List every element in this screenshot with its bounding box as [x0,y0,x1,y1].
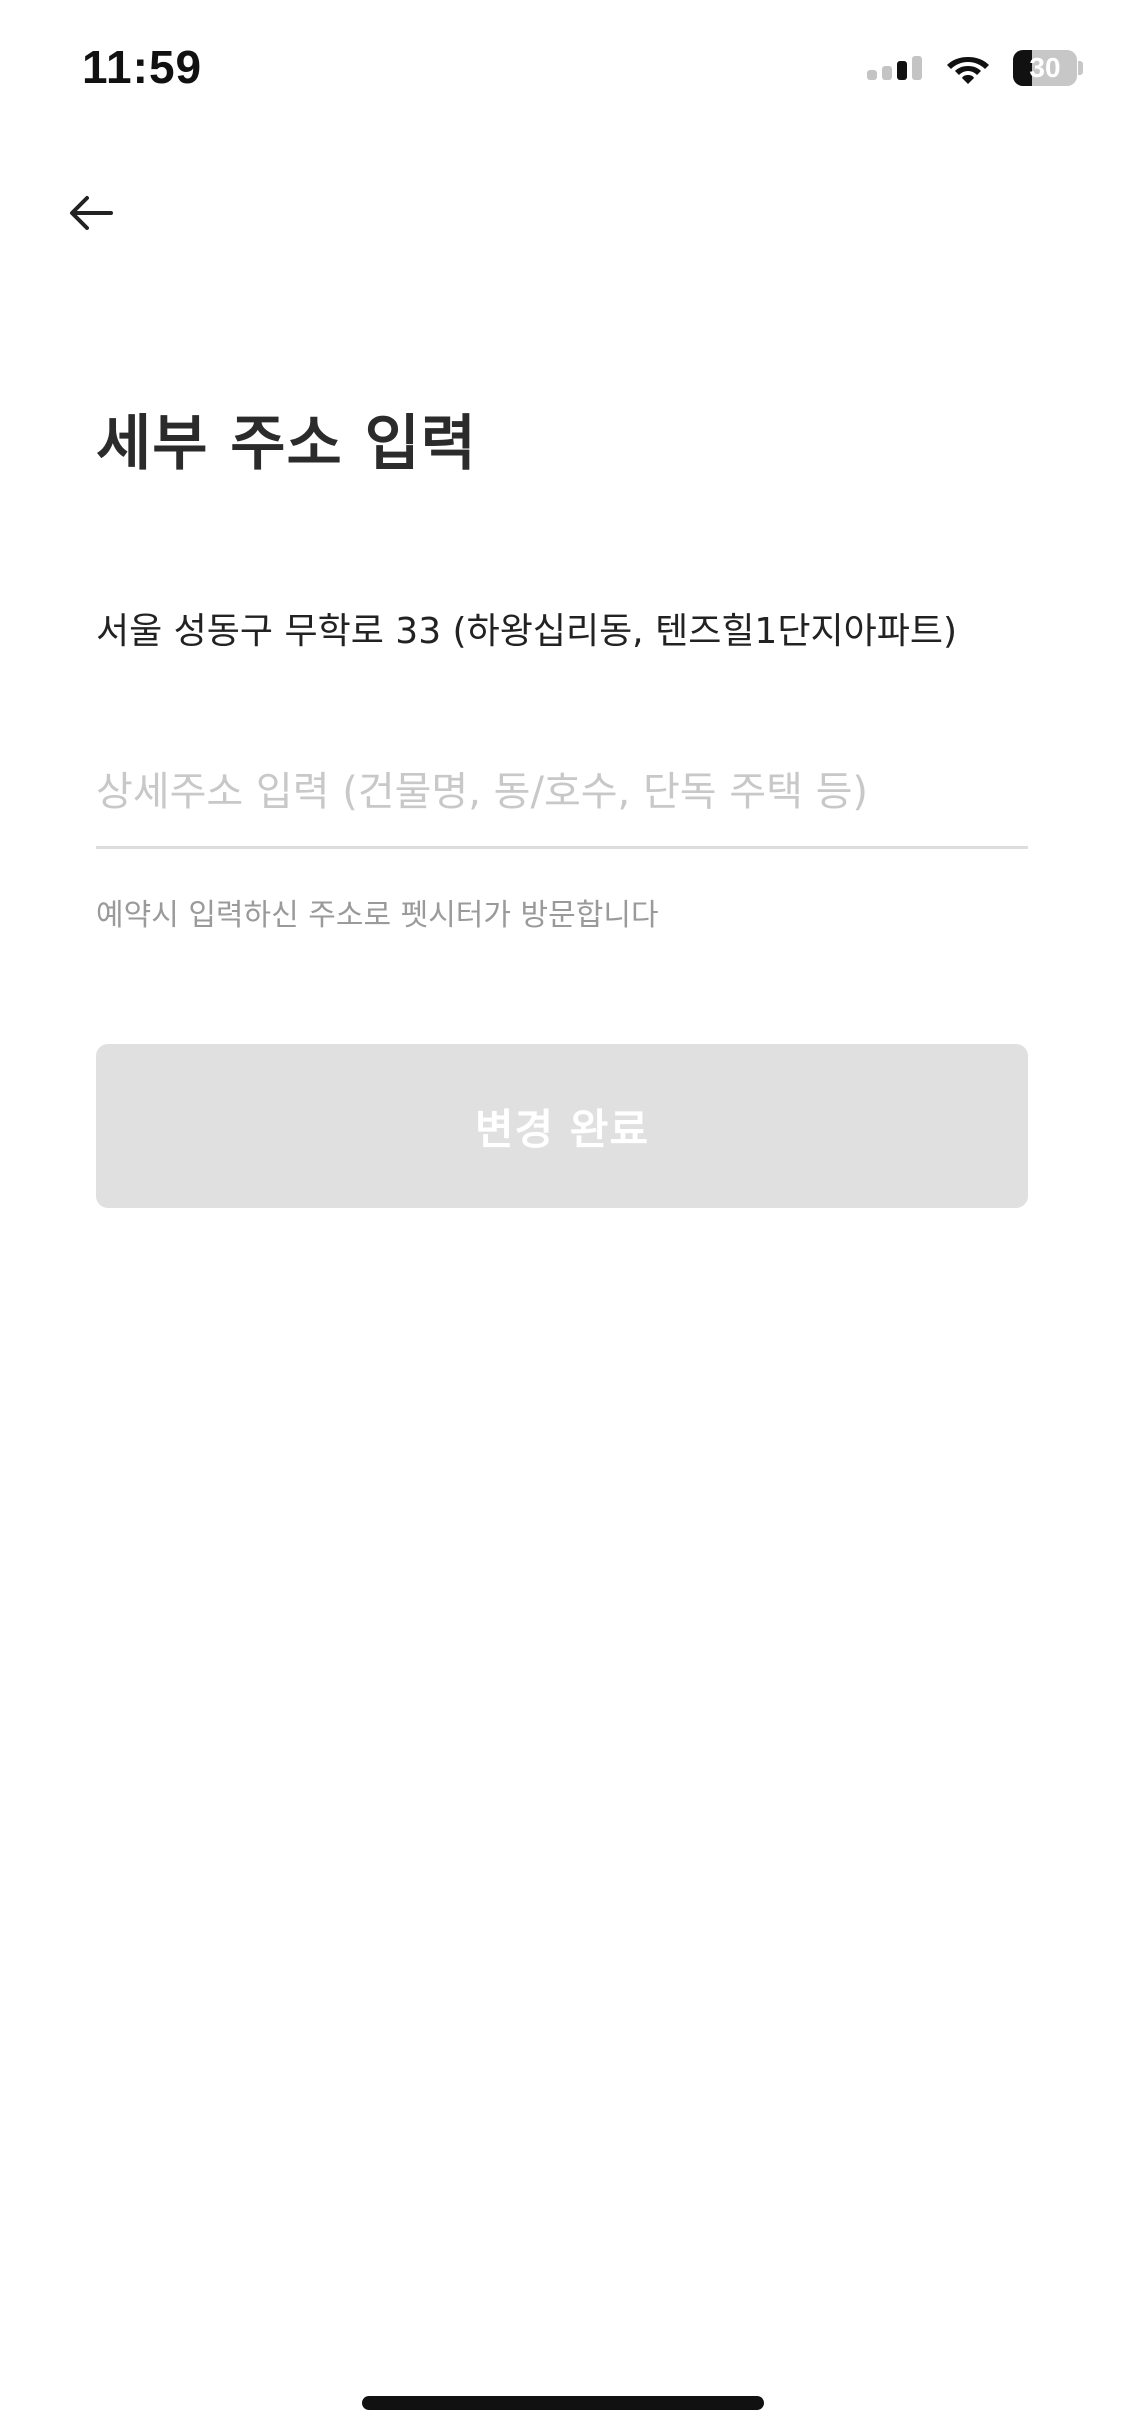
status-time: 11:59 [82,41,203,93]
submit-button[interactable]: 변경 완료 [96,1044,1028,1208]
page-title: 세부 주소 입력 [96,409,477,479]
status-icons: 30 [867,46,1083,90]
wifi-icon [947,57,989,84]
back-button[interactable] [58,180,124,246]
arrow-left-icon [70,196,113,230]
base-address: 서울 성동구 무학로 33 (하왕십리동, 텐즈힐1단지아파트) [96,611,957,652]
cellular-signal-icon [867,56,922,80]
helper-text: 예약시 입력하신 주소로 펫시터가 방문합니다 [96,898,659,933]
home-indicator [362,2396,764,2410]
detail-address-input[interactable] [96,738,1028,849]
status-bar: 11:59 30 [0,0,1125,140]
battery-indicator: 30 [1013,50,1083,86]
battery-level: 30 [1029,52,1061,83]
